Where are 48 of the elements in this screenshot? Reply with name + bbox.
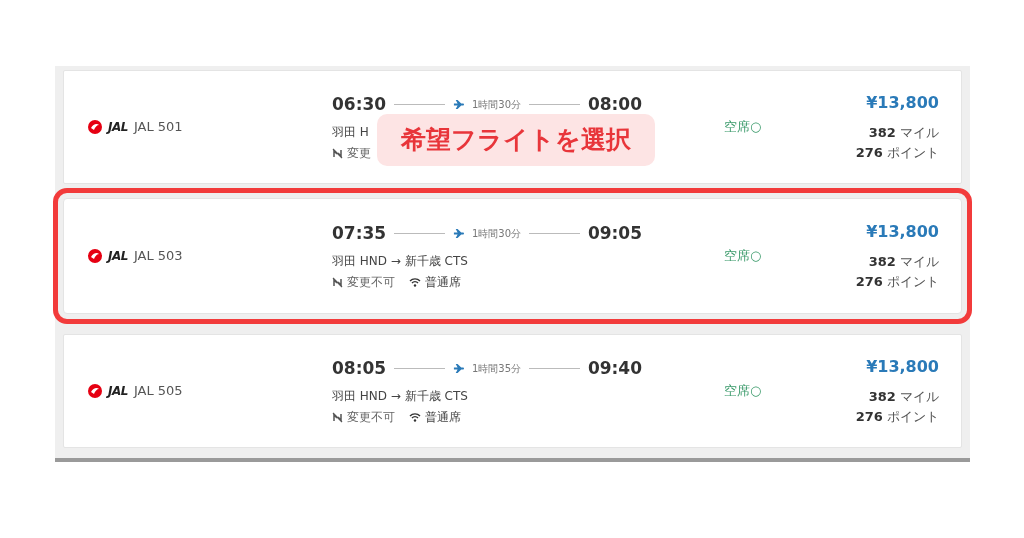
seat-availability: 空席○ bbox=[723, 382, 763, 401]
change-policy: 変更不可 bbox=[347, 409, 395, 427]
callout-label: 希望フライトを選択 bbox=[377, 114, 655, 166]
airline-logo-text: JAL bbox=[108, 248, 128, 265]
flight-number: JAL 501 bbox=[133, 118, 183, 137]
crane-logo-icon bbox=[88, 384, 102, 398]
flight-number: JAL 505 bbox=[133, 382, 183, 401]
departure-time: 06:30 bbox=[332, 92, 387, 116]
miles-text: 382 マイル bbox=[867, 387, 939, 406]
fare-price: ¥13,800 bbox=[865, 355, 939, 378]
fare-price: ¥13,800 bbox=[865, 220, 939, 243]
flight-duration: 1時間30分 bbox=[471, 227, 522, 241]
departure-time: 08:05 bbox=[332, 356, 387, 380]
points-text: 276 ポイント bbox=[854, 408, 939, 426]
seat-availability: 空席○ bbox=[723, 118, 763, 137]
change-policy: 変更 bbox=[347, 145, 371, 163]
wifi-icon bbox=[409, 412, 421, 423]
airline-logo-text: JAL bbox=[108, 119, 128, 136]
no-change-icon bbox=[332, 411, 343, 423]
miles-text: 382 マイル bbox=[867, 252, 939, 271]
seat-class: 普通席 bbox=[425, 274, 461, 292]
seat-availability: 空席○ bbox=[723, 247, 763, 266]
flight-number: JAL 503 bbox=[133, 247, 183, 266]
no-change-icon bbox=[332, 147, 343, 159]
flight-duration: 1時間30分 bbox=[471, 98, 522, 112]
points-text: 276 ポイント bbox=[854, 273, 939, 291]
flight-card[interactable]: JAL JAL 505 08:05 1時間35分 09:40 羽田 HND → 新千歳 CTS 変更不可 普通席 空席○ ¥13,800 382 マイル 276 ポイント bbox=[63, 334, 962, 448]
wifi-icon bbox=[409, 277, 421, 288]
route-text: 羽田 H bbox=[332, 125, 369, 140]
seat-class: 普通席 bbox=[425, 409, 461, 427]
crane-logo-icon bbox=[88, 120, 102, 134]
crane-logo-icon bbox=[88, 249, 102, 263]
points-text: 276 ポイント bbox=[854, 144, 939, 162]
arrival-time: 09:05 bbox=[587, 221, 642, 245]
arrival-time: 08:00 bbox=[587, 92, 642, 116]
airline-logo-text: JAL bbox=[108, 383, 128, 400]
fare-price: ¥13,800 bbox=[865, 91, 939, 114]
change-policy: 変更不可 bbox=[347, 274, 395, 292]
plane-icon bbox=[452, 363, 464, 374]
departure-time: 07:35 bbox=[332, 221, 387, 245]
flight-duration: 1時間35分 bbox=[471, 362, 522, 376]
route-text: 羽田 HND → 新千歳 CTS bbox=[332, 254, 468, 269]
plane-icon bbox=[452, 99, 464, 110]
plane-icon bbox=[452, 228, 464, 239]
route-text: 羽田 HND → 新千歳 CTS bbox=[332, 389, 468, 404]
no-change-icon bbox=[332, 276, 343, 288]
miles-text: 382 マイル bbox=[867, 123, 939, 142]
arrival-time: 09:40 bbox=[587, 356, 642, 380]
